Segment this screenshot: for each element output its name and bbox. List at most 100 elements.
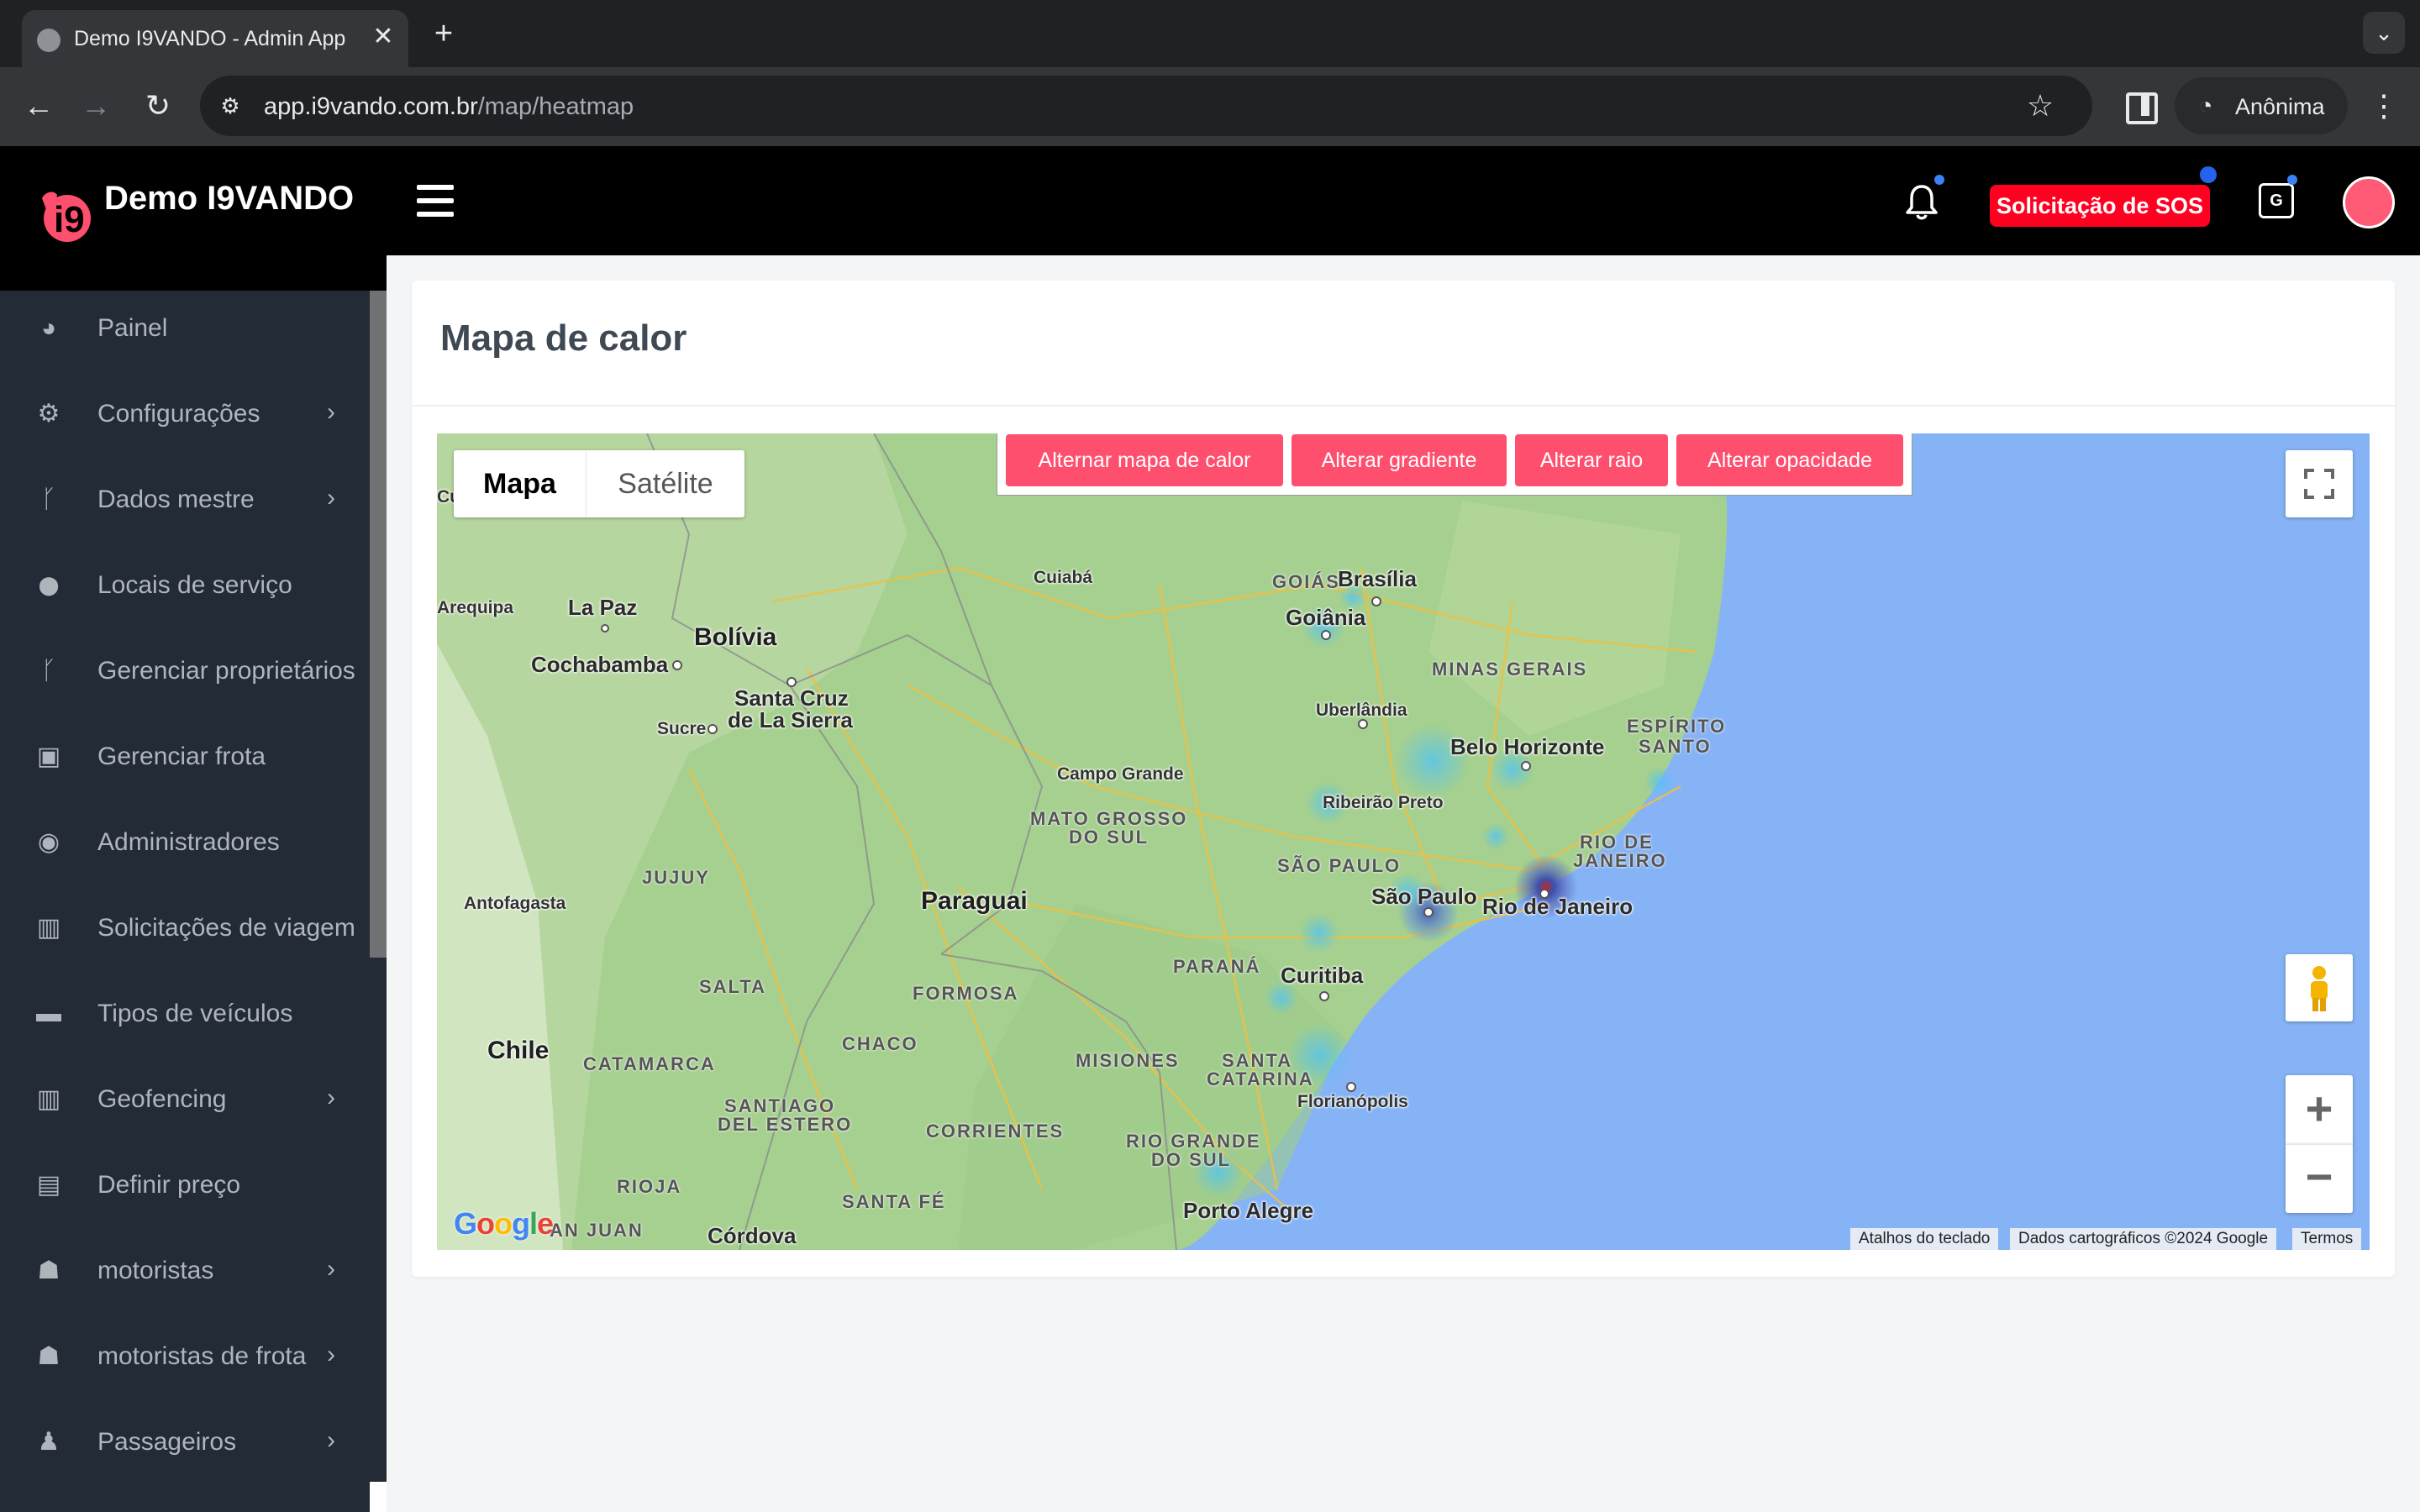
map-label: RIOJA (617, 1176, 682, 1197)
map-label: DO SUL (1151, 1149, 1232, 1170)
close-tab-icon[interactable]: ✕ (368, 22, 398, 52)
sidebar-item-label: Dados mestre (97, 486, 255, 513)
sidebar-item-label: Configurações (97, 400, 260, 428)
map-label: MINAS GERAIS (1432, 659, 1588, 680)
reload-icon[interactable]: ↻ (136, 84, 180, 128)
map-type-map-button[interactable]: Mapa (454, 450, 587, 517)
scrollbar-corner (370, 1482, 387, 1512)
sidebar-item-definir-pre-o[interactable]: ▤ Definir preço (0, 1151, 370, 1218)
sos-dot (2200, 166, 2217, 183)
map-label: La Paz (568, 595, 638, 620)
sidebar-item-label: Gerenciar frota (97, 743, 266, 770)
map-type-satellite-button[interactable]: Satélite (587, 450, 744, 517)
side-panel-icon[interactable] (2118, 84, 2161, 128)
chevron-right-icon: › (327, 484, 335, 512)
map-pin-icon: ⬤ (38, 575, 60, 596)
tab-search-button[interactable]: ⌄ (2363, 12, 2405, 54)
incognito-profile-button[interactable]: ◔ Anônima (2175, 77, 2348, 134)
chevron-right-icon: › (327, 398, 335, 426)
sidebar-item-motoristas[interactable]: ☗ motoristas › (0, 1236, 370, 1304)
browser-menu-icon[interactable]: ⋮ (2363, 84, 2405, 128)
site-info-icon[interactable]: ⚙ (215, 91, 245, 121)
heatmap-map[interactable]: Cu Arequipa La Paz Bolívia Cochabamba Sa… (437, 433, 2370, 1250)
money-icon: ▤ (36, 1171, 61, 1199)
sidebar-scrollbar-thumb[interactable] (370, 291, 387, 958)
sidebar-item-motoristas-de-frota[interactable]: ☗ motoristas de frota › (0, 1322, 370, 1389)
sidebar-item-administradores[interactable]: ◉ Administradores (0, 808, 370, 875)
street-view-button[interactable] (2286, 954, 2353, 1021)
map-label: São Paulo (1371, 884, 1477, 909)
map-label: SANTA FÉ (842, 1191, 946, 1212)
terms-link[interactable]: Termos (2292, 1228, 2362, 1250)
back-arrow-icon[interactable]: ← (17, 84, 60, 128)
fullscreen-button[interactable] (2286, 450, 2353, 517)
map-type-control: Mapa Satélite (454, 450, 744, 517)
google-logo: Google (454, 1206, 554, 1241)
map-icon: ▥ (36, 1085, 61, 1113)
sidebar-item-tipos-de-ve-culos[interactable]: ▬ Tipos de veículos (0, 979, 370, 1047)
change-gradient-button[interactable]: Alterar gradiente (1292, 434, 1507, 486)
map-label: JANEIRO (1573, 850, 1667, 871)
sidebar-item-label: Geofencing (97, 1085, 227, 1113)
profile-label: Anônima (2235, 94, 2325, 119)
chevron-right-icon: › (327, 1255, 335, 1283)
fullscreen-icon (2304, 469, 2334, 499)
browser-toolbar: ← → ↻ ⚙ app.i9vando.com.br/map/heatmap ☆… (0, 67, 2420, 146)
map-label: Porto Alegre (1183, 1198, 1314, 1223)
url-text[interactable]: app.i9vando.com.br/map/heatmap (264, 93, 634, 121)
forward-arrow-icon[interactable]: → (74, 84, 118, 128)
user-avatar[interactable] (2343, 176, 2395, 228)
toggle-heatmap-button[interactable]: Alternar mapa de calor (1006, 434, 1283, 486)
sidebar-item-label: motoristas (97, 1257, 214, 1284)
sidebar-item-configura-es[interactable]: ⚙ Configurações › (0, 380, 370, 447)
map-label: AN JUAN (550, 1220, 644, 1241)
map-label: CATAMARCA (583, 1053, 716, 1074)
zoom-out-button[interactable]: − (2286, 1144, 2353, 1213)
map-label: Chile (487, 1037, 550, 1064)
notification-dot (1934, 175, 1944, 185)
map-label: CORRIENTES (926, 1121, 1065, 1142)
sidebar-item-dados-mestre[interactable]: ᚴ Dados mestre › (0, 465, 370, 533)
keyboard-shortcuts-link[interactable]: Atalhos do teclado (1850, 1228, 1999, 1250)
map-label: Cochabamba (531, 652, 669, 677)
hamburger-menu-icon[interactable] (417, 185, 454, 217)
map-label: Paraguai (921, 887, 1028, 915)
notification-bell-icon[interactable] (1901, 181, 1943, 223)
sidebar-item-gerenciar-frota[interactable]: ▣ Gerenciar frota (0, 722, 370, 790)
taxi-icon: ▬ (36, 1000, 61, 1027)
sidebar-item-locais-de-servi-o[interactable]: ⬤ Locais de serviço (0, 551, 370, 618)
browser-tab[interactable]: Demo I9VANDO - Admin App ✕ (22, 10, 408, 67)
translate-icon[interactable]: G (2259, 183, 2294, 218)
map-label: Florianópolis (1297, 1092, 1408, 1111)
address-bar[interactable]: ⚙ app.i9vando.com.br/map/heatmap ☆ (200, 76, 2092, 136)
map-label: PARANÁ (1173, 956, 1261, 977)
sidebar-item-gerenciar-propriet-rios[interactable]: ᚴ Gerenciar proprietários (0, 637, 370, 704)
map-icon: ▥ (36, 914, 61, 942)
sos-request-button[interactable]: Solicitação de SOS (1990, 185, 2210, 227)
sidebar-item-passageiros[interactable]: ♟ Passageiros › (0, 1408, 370, 1475)
map-label: Brasília (1338, 566, 1417, 591)
zoom-in-button[interactable]: + (2286, 1075, 2353, 1144)
change-opacity-button[interactable]: Alterar opacidade (1676, 434, 1903, 486)
bookmark-star-icon[interactable]: ☆ (2022, 87, 2059, 124)
map-label: Uberlândia (1316, 701, 1407, 720)
sidebar-item-geofencing[interactable]: ▥ Geofencing › (0, 1065, 370, 1132)
url-path: /map/heatmap (477, 93, 634, 120)
map-label: CATARINA (1207, 1068, 1314, 1089)
map-label: GOIÁS (1272, 571, 1340, 592)
users-icon: ☗ (37, 1257, 60, 1284)
sidebar-item-label: Solicitações de viagem (97, 914, 355, 942)
new-tab-button[interactable]: + (425, 15, 462, 52)
map-label: Arequipa (437, 598, 514, 617)
map-label: Belo Horizonte (1450, 734, 1605, 759)
map-label: ESPÍRITO (1627, 716, 1727, 737)
sidebar-item-label: Painel (97, 314, 168, 342)
change-radius-button[interactable]: Alterar raio (1515, 434, 1668, 486)
sidebar-item-painel[interactable]: ◕ Painel (0, 294, 370, 361)
card-divider (412, 405, 2395, 407)
sidebar-item-label: motoristas de frota (97, 1342, 307, 1370)
chevron-right-icon: › (327, 1084, 335, 1111)
sidebar-item-solicita-es-de-viagem[interactable]: ▥ Solicitações de viagem (0, 894, 370, 961)
globe-icon (37, 29, 60, 52)
map-label: Campo Grande (1057, 764, 1184, 784)
